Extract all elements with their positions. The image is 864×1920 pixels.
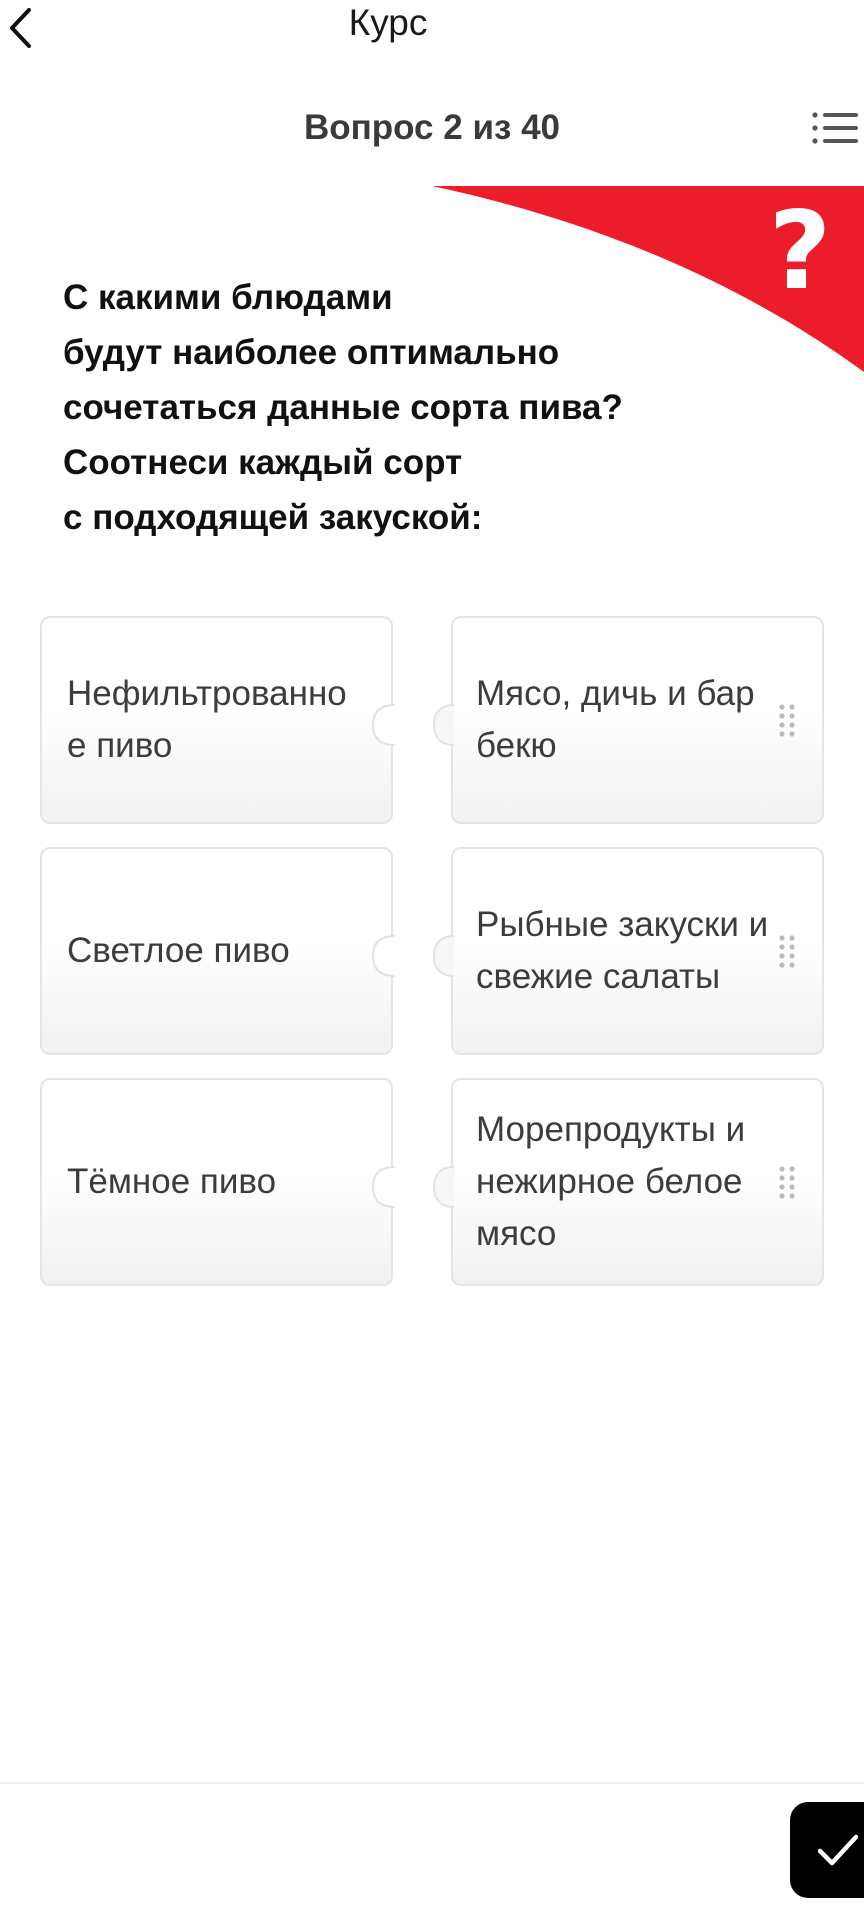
left-card: Тёмное пиво [40,1078,393,1286]
left-card-label: Нефильтрованное пиво [67,674,347,765]
right-card-draggable[interactable]: Рыбные закуски и свежие салаты [451,847,824,1055]
puzzle-notch [371,1166,396,1208]
left-card: Светлое пиво [40,847,393,1055]
right-card-label: Рыбные закуски и свежие салаты [476,905,769,996]
drag-handle-icon[interactable] [778,934,796,968]
match-pair: Светлое пиво Рыбные закуски и свежие сал… [40,847,824,1057]
question-banner: ? С какими блюдами будут наиболее оптима… [0,186,864,586]
puzzle-notch [371,935,396,977]
footer-divider [0,1782,864,1784]
puzzle-notch [371,704,396,746]
left-card-label: Светлое пиво [67,931,290,970]
page-title: Курс [348,2,428,43]
question-counter: Вопрос 2 из 40 [303,108,561,147]
puzzle-tab [432,704,455,746]
list-menu-icon [812,112,858,144]
question-mark-icon: ? [769,189,832,314]
questions-list-button[interactable] [810,104,860,152]
match-pair: Нефильтрованное пиво Мясо, дичь и барбек… [40,616,824,826]
left-card: Нефильтрованное пиво [40,616,393,824]
left-card-label: Тёмное пиво [67,1162,277,1201]
right-card-label: Мясо, дичь и барбекю [476,674,755,765]
drag-handle-icon[interactable] [778,703,796,737]
submit-answer-button[interactable] [790,1802,864,1898]
question-text: С какими блюдами будут наиболее оптималь… [63,278,623,537]
puzzle-tab [432,935,455,977]
svg-text:?: ? [769,189,832,314]
right-card-draggable[interactable]: Мясо, дичь и барбекю [451,616,824,824]
match-pair: Тёмное пиво Морепродукты и нежирное бело… [40,1078,824,1288]
quiz-screen: Курс Вопрос 2 из 40 ? С какими блюдами б… [0,0,864,1920]
puzzle-tab [432,1166,455,1208]
question-bar: Вопрос 2 из 40 [0,100,864,156]
checkmark-icon [817,1834,859,1866]
app-header: Курс [0,0,864,60]
right-card-draggable[interactable]: Морепродукты и нежирное белое мясо [451,1078,824,1286]
drag-handle-icon[interactable] [778,1165,796,1199]
right-card-label: Морепродукты и нежирное белое мясо [476,1110,746,1253]
